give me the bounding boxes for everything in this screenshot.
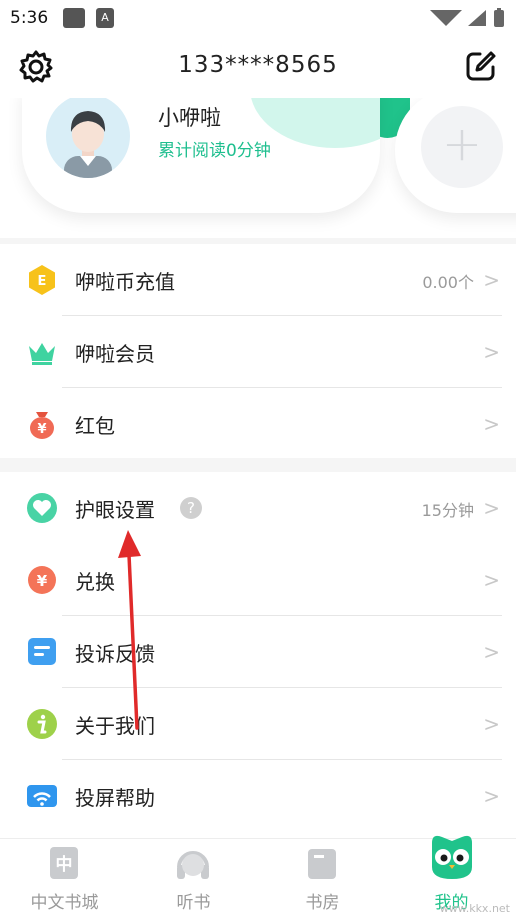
system-status-icons [430, 8, 504, 27]
info-icon [27, 709, 57, 739]
chevron-right-icon: > [483, 268, 500, 292]
reading-time: 累计阅读0分钟 [158, 141, 271, 161]
menu-value: 0.00个 [422, 273, 474, 292]
avatar-boy-icon [64, 111, 112, 178]
menu-item-exchange[interactable]: ¥ 兑换 > [0, 544, 516, 616]
menu-label: 红包 [75, 414, 115, 438]
menu-item-cast-help[interactable]: 投屏帮助 > [0, 760, 516, 832]
owl-icon [432, 835, 472, 879]
cast-icon [27, 785, 57, 807]
tab-bookstore[interactable]: 中 中文书城 [0, 839, 129, 920]
chevron-right-icon: > [483, 496, 500, 520]
menu-item-about[interactable]: 关于我们 > [0, 688, 516, 760]
avatar[interactable] [46, 98, 130, 178]
svg-text:¥: ¥ [37, 422, 46, 437]
coin-icon: E [29, 265, 55, 295]
menu-group-1: E 咿啦币充值 0.00个 > 咿啦会员 > ¥ 红包 > [0, 244, 516, 458]
menu-label: 护眼设置 [75, 498, 155, 522]
chevron-right-icon: > [483, 640, 500, 664]
add-profile-button[interactable]: + [421, 106, 503, 188]
menu-item-membership[interactable]: 咿啦会员 > [0, 316, 516, 388]
chevron-right-icon: > [483, 340, 500, 364]
headphones-icon [177, 851, 209, 879]
menu-item-feedback[interactable]: 投诉反馈 > [0, 616, 516, 688]
battery-icon [494, 10, 504, 27]
status-bar: 5:36 A [0, 0, 516, 36]
menu-label: 咿啦币充值 [75, 270, 175, 294]
profile-card[interactable]: 小咿啦 累计阅读0分钟 [22, 98, 380, 213]
bookstore-icon: 中 [50, 847, 78, 879]
chevron-right-icon: > [483, 412, 500, 436]
account-phone-title: 133****8565 [178, 52, 338, 78]
menu-value: 15分钟 [421, 501, 474, 520]
tab-audiobook[interactable]: 听书 [129, 839, 258, 920]
heart-icon [27, 493, 57, 523]
tab-label: 书房 [305, 893, 340, 913]
accessibility-notification-icon: A [96, 8, 114, 28]
menu-label: 兑换 [75, 570, 115, 594]
help-icon[interactable]: ? [180, 497, 202, 519]
feedback-icon [28, 638, 56, 665]
exchange-icon: ¥ [28, 566, 56, 594]
menu-item-recharge[interactable]: E 咿啦币充值 0.00个 > [0, 244, 516, 316]
menu-label: 投诉反馈 [75, 642, 155, 666]
book-icon [308, 849, 336, 879]
profile-area: 小咿啦 累计阅读0分钟 + [0, 98, 516, 238]
network-icon [468, 10, 486, 26]
menu-label: 咿啦会员 [75, 342, 155, 366]
notification-icon [63, 8, 85, 28]
svg-text:¥: ¥ [37, 572, 48, 590]
plus-icon: + [441, 116, 483, 172]
watermark: www.kkx.net [439, 902, 510, 915]
edit-icon[interactable] [464, 49, 498, 83]
chevron-right-icon: > [483, 712, 500, 736]
chevron-right-icon: > [483, 568, 500, 592]
svg-text:E: E [38, 274, 47, 289]
tab-label: 听书 [176, 893, 211, 913]
menu-item-red-packet[interactable]: ¥ 红包 > [0, 388, 516, 460]
bottom-tab-bar: 中 中文书城 听书 书房 我的 [0, 835, 516, 920]
chevron-right-icon: > [483, 784, 500, 808]
menu-label: 关于我们 [75, 714, 155, 738]
header: 133****8565 [0, 36, 516, 98]
menu-label: 投屏帮助 [75, 786, 155, 810]
menu-group-2: 护眼设置 ? 15分钟 > ¥ 兑换 > 投诉反馈 > 关于我们 > 投屏帮助 … [0, 472, 516, 838]
username: 小咿啦 [158, 106, 221, 130]
signal-icon [430, 10, 462, 26]
red-packet-icon: ¥ [30, 412, 54, 439]
tab-study[interactable]: 书房 [258, 839, 387, 920]
status-time: 5:36 [10, 8, 49, 28]
tab-label: 中文书城 [30, 893, 99, 913]
crown-icon [29, 343, 55, 365]
svg-text:中: 中 [56, 854, 73, 875]
menu-item-eye-care[interactable]: 护眼设置 ? 15分钟 > [0, 472, 516, 544]
